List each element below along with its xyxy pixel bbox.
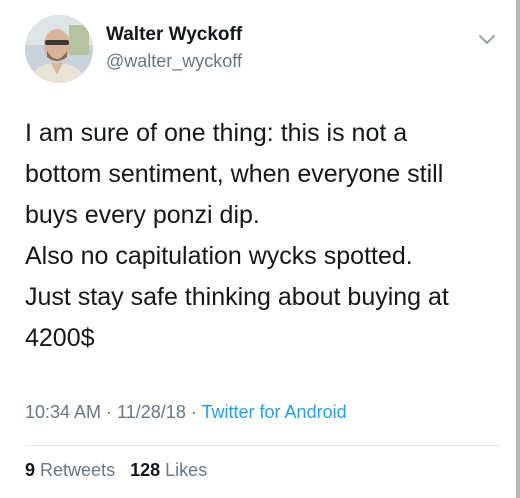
likes-stat[interactable]: 128 Likes: [130, 460, 207, 480]
user-name[interactable]: Walter Wyckoff: [106, 24, 242, 46]
tweet-date[interactable]: 11/28/18: [117, 402, 186, 422]
chevron-down-icon[interactable]: [476, 28, 498, 50]
avatar-image: [25, 15, 93, 83]
tweet-card: Walter Wyckoff @walter_wyckoff I am sure…: [0, 0, 520, 498]
tweet-text-line: I am sure of one thing: this is not a: [25, 119, 408, 147]
tweet-text-line: Just stay safe thinking about buying at: [25, 283, 449, 311]
retweets-label: Retweets: [40, 460, 116, 480]
tweet-text-line: 4200$: [25, 324, 95, 352]
tweet-stats: 9 Retweets 128 Likes: [25, 460, 207, 481]
tweet-text-line: Also no capitulation wycks spotted.: [25, 242, 413, 270]
likes-count: 128: [130, 460, 161, 480]
tweet-source-link[interactable]: Twitter for Android: [202, 402, 347, 422]
tweet-text-line: buys every ponzi dip.: [25, 201, 260, 229]
divider: [25, 445, 500, 446]
tweet-time[interactable]: 10:34 AM: [25, 402, 101, 422]
right-edge-border: [516, 0, 520, 498]
avatar[interactable]: [25, 15, 93, 83]
user-handle[interactable]: @walter_wyckoff: [106, 51, 242, 72]
retweets-count: 9: [25, 460, 36, 480]
tweet-meta: 10:34 AM · 11/28/18 · Twitter for Androi…: [25, 402, 347, 423]
retweets-stat[interactable]: 9 Retweets: [25, 460, 120, 480]
meta-separator: ·: [190, 402, 197, 422]
tweet-text-line: bottom sentiment, when everyone still: [25, 160, 444, 188]
tweet-text: I am sure of one thing: this is not a bo…: [25, 113, 505, 359]
meta-separator: ·: [106, 402, 113, 422]
likes-label: Likes: [165, 460, 208, 480]
